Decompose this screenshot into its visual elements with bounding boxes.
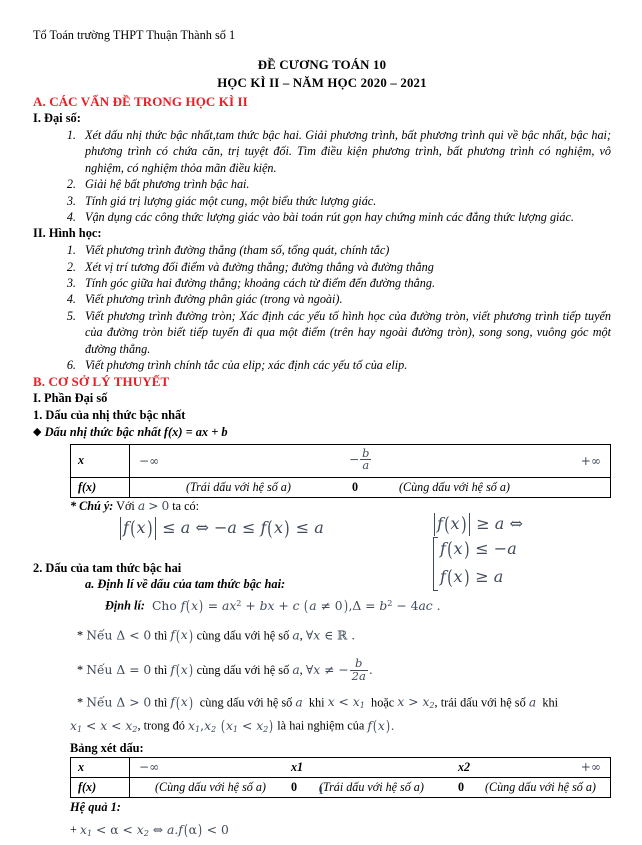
list-item: Xét vị trí tương đối điểm và đường thẳng… <box>79 259 611 275</box>
equation-system: f(x) ≤ −a f(x) ≥ a <box>433 536 517 593</box>
note-text: Với a > 0 ta có: <box>116 498 199 513</box>
sign-left-label: (Trái dấu với hệ số a) <box>186 479 291 494</box>
right-infinity-label: +∞ <box>580 760 601 775</box>
table-cell-x-values: −∞ x1 x2 +∞ <box>129 757 611 779</box>
note-label: * Chú ý: <box>70 498 114 513</box>
x2-label: x2 <box>458 760 471 775</box>
sign-table-linear-grid: x −∞ − b a +∞ f(x) (Trái dấu với hệ số a… <box>70 443 611 498</box>
table-cell-x-values: −∞ − b a +∞ <box>129 443 611 478</box>
sign-table-linear: x −∞ − b a +∞ f(x) (Trái dấu với hệ số a… <box>70 443 611 498</box>
abs-le-equation: f(x) ≤ a ⇔ −a ≤ f(x) ≤ a <box>119 516 324 540</box>
geometry-heading: II. Hình học: <box>33 226 102 241</box>
list-item: Xét dấu nhị thức bậc nhất,tam thức bậc h… <box>79 127 611 176</box>
left-infinity-label: −∞ <box>139 760 160 775</box>
list-item: Tính giá trị lượng giác một cung, một bi… <box>79 193 611 209</box>
section-b-heading: B. CƠ SỞ LÝ THUYẾT <box>33 374 170 390</box>
theorem-case-3-line-1: * Nếu Δ > 0 thì f(x) cùng dấu với hệ số … <box>77 693 559 712</box>
table-row: x −∞ x1 x2 +∞ <box>70 757 611 779</box>
root-value: − b a <box>349 447 372 472</box>
document-content: Tổ Toán trường THPT Thuận Thành số 1 ĐỀ … <box>33 28 611 842</box>
section-a-heading: A. CÁC VẤN ĐỀ TRONG HỌC KÌ II <box>33 94 248 110</box>
sign-table-caption: Bảng xét dấu: <box>70 740 144 755</box>
note-line: * Chú ý: Với a > 0 ta có: <box>70 499 611 514</box>
absolute-value-equations: f(x) ≤ a ⇔ −a ≤ f(x) ≤ a f(x) ≥ a ⇔ f(x)… <box>33 512 611 591</box>
table-cell-x-label: x <box>70 443 130 478</box>
theorem-formula: Cho f(x) = ax2 + bx + c (a ≠ 0),Δ = b2 −… <box>151 597 441 616</box>
algebra-heading: I. Đại số: <box>33 111 81 126</box>
list-item: Viết phương trình đường phân giác (trong… <box>79 291 611 307</box>
system-case-2: f(x) ≥ a <box>440 565 504 589</box>
list-item: Viết phương trình đường tròn; Xác định c… <box>79 308 611 357</box>
table-row: f(x) (Trái dấu với hệ số a) 0 (Cùng dấu … <box>70 476 611 498</box>
diamond-bullet-icon: ◆ <box>33 425 42 438</box>
theorem-label: Định lí: <box>105 598 145 613</box>
list-item: Viết phương trình đường thẳng (tham số, … <box>79 242 611 258</box>
corollary-label: Hệ quả 1: <box>70 800 121 815</box>
system-case-1: f(x) ≤ −a <box>440 537 517 561</box>
geometry-item-list: Viết phương trình đường thẳng (tham số, … <box>33 242 611 373</box>
table-cell-fx-label: f(x) <box>70 476 130 498</box>
topic-1-bullet: ◆ Dấu nhị thức bậc nhất f(x) = ax + b <box>33 424 611 441</box>
right-infinity-label: +∞ <box>580 453 601 468</box>
theorem-case-3-line-2: x1 < x < x2, trong đó x1,x2 (x1 < x2) là… <box>70 717 395 736</box>
list-item: Giải hệ bất phương trình bậc hai. <box>79 176 611 192</box>
zero-label: 0 <box>352 479 359 494</box>
school-department-line: Tổ Toán trường THPT Thuận Thành số 1 <box>33 28 236 42</box>
document-title: ĐỀ CƯƠNG TOÁN 10 <box>257 58 387 72</box>
fraction-denominator: a <box>360 459 372 472</box>
root-fraction: ba <box>360 447 372 472</box>
page-number: 1 <box>318 785 324 797</box>
list-item: Vận dụng các công thức lượng giác vào bà… <box>79 209 611 225</box>
abs-ge-equation: f(x) ≥ a ⇔ f(x) ≤ −a f(x) ≥ a <box>433 512 611 593</box>
topic-1-bullet-label: Dấu nhị thức bậc nhất f(x) = ax + b <box>44 424 228 439</box>
topic-1-heading: 1. Dấu của nhị thức bậc nhất <box>33 408 186 423</box>
list-item: Tính góc giữa hai đường thẳng; khoảng cá… <box>79 275 611 291</box>
part-1-heading: I. Phần Đại số <box>33 391 108 406</box>
corollary-line: + x1 < α < x2 ⇔ a.f(α) < 0 <box>70 821 229 840</box>
root-sign: − <box>349 452 360 467</box>
document-page: Tổ Toán trường THPT Thuận Thành số 1 ĐỀ … <box>0 0 642 845</box>
table-cell-x-label: x <box>70 757 130 779</box>
table-row: x −∞ − b a +∞ <box>70 443 611 478</box>
theorem-line: Định lí: Cho f(x) = ax2 + bx + c (a ≠ 0)… <box>105 595 611 618</box>
table-cell-fx-values: (Trái dấu với hệ số a) 0 (Cùng dấu với h… <box>129 476 611 498</box>
document-subtitle: HỌC KÌ II – NĂM HỌC 2020 – 2021 <box>217 75 427 90</box>
list-item: Viết phương trình chính tắc của elip; xá… <box>79 357 611 373</box>
algebra-item-list: Xét dấu nhị thức bậc nhất,tam thức bậc h… <box>33 127 611 225</box>
sign-right-label: (Cùng dấu với hệ số a) <box>399 479 510 494</box>
theorem-case-2: * Nếu Δ = 0 thì f(x) cùng dấu với hệ số … <box>77 656 373 683</box>
theorem-case-1: * Nếu Δ < 0 thì f(x) cùng dấu với hệ số … <box>77 626 356 645</box>
x1-label: x1 <box>291 760 304 775</box>
left-infinity-label: −∞ <box>139 453 160 468</box>
